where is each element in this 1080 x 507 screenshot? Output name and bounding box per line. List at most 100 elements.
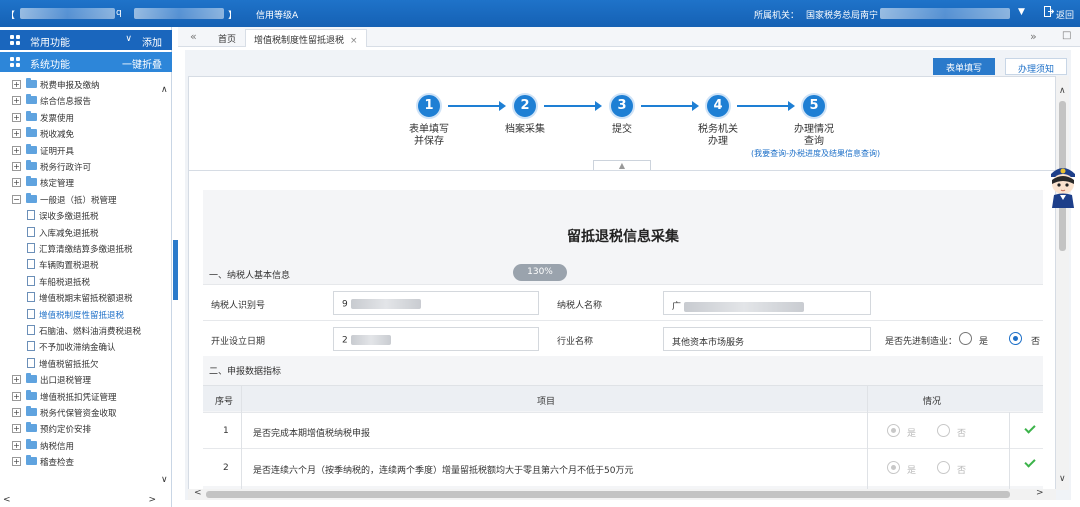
tree-folder-item[interactable]: + 预约定价安排 — [0, 421, 160, 437]
authority-dropdown-icon[interactable]: ▼ — [1018, 7, 1025, 17]
scroll-down-icon[interactable]: ∨ — [1059, 474, 1066, 484]
advanced-mfg-yes-label: 是 — [979, 337, 989, 347]
step-3-circle: 3 — [609, 93, 635, 119]
tree-doc-item[interactable]: 石脑油、燃料油消费税退税 — [0, 323, 160, 339]
document-icon — [27, 292, 35, 303]
scroll-right-icon[interactable]: > — [1036, 488, 1044, 498]
section-declaration-data: 二、申报数据指标 — [209, 367, 282, 377]
tree-folder-item[interactable]: + 核定管理 — [0, 175, 160, 191]
col-item-header: 项目 — [537, 397, 556, 407]
establish-date-field[interactable]: 2 — [333, 327, 539, 351]
scroll-up-icon[interactable]: ∧ — [1059, 86, 1066, 96]
advanced-mfg-yes-radio[interactable] — [959, 332, 972, 345]
expand-toggle-icon[interactable]: + — [12, 391, 21, 401]
scroll-left-icon[interactable]: < — [194, 488, 202, 498]
tree-item-label: 发票使用 — [40, 113, 75, 124]
advanced-mfg-no-radio[interactable] — [1009, 332, 1022, 345]
expand-toggle-icon[interactable]: + — [12, 178, 21, 188]
tree-folder-item[interactable]: + 发票使用 — [0, 110, 160, 126]
expand-toggle-icon[interactable]: + — [12, 162, 21, 171]
row-no-radio[interactable] — [937, 424, 950, 437]
expand-toggle-icon[interactable]: + — [12, 80, 21, 89]
tree-doc-item[interactable]: 入库减免退抵税 — [0, 225, 160, 241]
tree-item-label: 税收减免 — [40, 130, 75, 141]
tab-home[interactable]: 首页 — [210, 29, 244, 47]
scroll-up-icon[interactable]: ∧ — [161, 85, 168, 95]
tree-doc-item[interactable]: 车船税退抵税 — [0, 274, 160, 290]
tab-vat-refund[interactable]: 增值税制度性留抵退税 × — [245, 29, 367, 47]
collapse-all-button[interactable]: 一键折叠 — [122, 56, 162, 71]
scroll-down-icon[interactable]: ∨ — [161, 475, 168, 485]
progress-query-link[interactable]: (我要查询-办税进度及结果信息查询) — [751, 148, 880, 159]
tree-doc-item[interactable]: 增值税留抵抵欠 — [0, 356, 160, 372]
establish-date-label: 开业设立日期 — [211, 337, 266, 347]
maximize-icon[interactable]: □ — [1062, 30, 1071, 41]
tree-folder-item[interactable]: + 出口退税管理 — [0, 372, 160, 388]
expand-toggle-icon[interactable]: + — [12, 424, 21, 434]
taxpayer-id-field[interactable]: 9 — [333, 291, 539, 315]
close-icon[interactable]: × — [350, 36, 358, 46]
expand-toggle-icon[interactable]: + — [12, 457, 21, 467]
tree-folder-item[interactable]: + 税费申报及缴纳 — [0, 77, 160, 93]
sidebar-scrollbar[interactable]: ∧ ∨ — [159, 77, 171, 495]
tab-form-fill[interactable]: 表单填写 — [933, 58, 995, 75]
row-no-radio[interactable] — [937, 461, 950, 474]
folder-icon — [26, 389, 37, 400]
tree-folder-item[interactable]: + 增值税抵扣凭证管理 — [0, 389, 160, 405]
expand-toggle-icon[interactable]: + — [12, 112, 21, 122]
scroll-right-icon[interactable]: > — [148, 495, 156, 505]
industry-field[interactable]: 其他资本市场服务 — [663, 327, 871, 351]
content-vscrollbar[interactable]: ∧ ∨ — [1056, 76, 1069, 490]
tree-doc-item[interactable]: 误收多缴退抵税 — [0, 208, 160, 224]
tree-folder-item[interactable]: − 一般退（抵）税管理 — [0, 192, 160, 208]
tree-item-label: 税费申报及缴纳 — [40, 81, 100, 91]
row-item: 是否完成本期增值税纳税申报 — [253, 429, 371, 439]
sidebar-toggle-handle[interactable] — [173, 240, 178, 300]
step-1-circle: 1 — [416, 93, 442, 119]
tree-item-label: 纳税信用 — [40, 441, 75, 452]
tree-folder-item[interactable]: + 税务代保管资金收取 — [0, 405, 160, 421]
collapse-steps-toggle[interactable]: ▲ — [593, 160, 651, 170]
taxpayer-name-field[interactable]: 广 — [663, 291, 871, 315]
chevron-down-icon[interactable]: ∨ — [125, 34, 132, 44]
folder-icon — [26, 127, 37, 138]
return-button[interactable]: 返回 — [1056, 8, 1074, 21]
row-yes-radio[interactable] — [887, 424, 900, 437]
expand-toggle-icon[interactable]: + — [12, 145, 21, 155]
expand-toggle-icon[interactable]: + — [12, 440, 21, 450]
common-functions-label: 常用功能 — [30, 38, 70, 49]
scroll-thumb[interactable] — [206, 491, 1010, 498]
tree-doc-item[interactable]: 汇算清缴结算多缴退抵税 — [0, 241, 160, 257]
tab-notice[interactable]: 办理须知 — [1005, 58, 1067, 75]
common-functions-header[interactable]: 常用功能 ∨ 添加 — [0, 30, 172, 50]
scroll-left-icon[interactable]: < — [3, 495, 11, 505]
step-2-label: 档案采集 — [505, 124, 545, 135]
tree-doc-item[interactable]: 车辆购置税退税 — [0, 257, 160, 273]
tree-folder-item[interactable]: + 证明开具 — [0, 143, 160, 159]
expand-toggle-icon[interactable]: + — [12, 96, 21, 106]
tabs-scroll-left-icon[interactable]: « — [190, 30, 197, 43]
tab-bar: « 首页 增值税制度性留抵退税 × » □ — [178, 27, 1080, 47]
content-hscrollbar[interactable]: < > — [188, 488, 1056, 500]
tree-folder-item[interactable]: + 税务行政许可 — [0, 159, 160, 175]
tree-doc-item[interactable]: 增值税制度性留抵退税 — [0, 307, 160, 323]
document-icon — [27, 341, 35, 352]
expand-toggle-icon[interactable]: + — [12, 375, 21, 385]
expand-toggle-icon[interactable]: + — [12, 129, 21, 139]
tree-folder-item[interactable]: + 综合信息报告 — [0, 93, 160, 109]
tree-item-label: 入库减免退抵税 — [39, 228, 99, 239]
tree-folder-item[interactable]: + 稽查检查 — [0, 454, 160, 470]
tabs-scroll-right-icon[interactable]: » — [1030, 30, 1037, 43]
expand-toggle-icon[interactable]: + — [12, 408, 21, 417]
system-functions-header[interactable]: 系统功能 一键折叠 — [0, 52, 172, 72]
tree-folder-item[interactable]: + 纳税信用 — [0, 438, 160, 454]
tree-doc-item[interactable]: 不予加收滞纳金确认 — [0, 339, 160, 355]
sidebar-hscrollbar[interactable]: < > — [0, 495, 172, 507]
collapse-toggle-icon[interactable]: − — [12, 194, 21, 204]
assistant-mascot-icon[interactable] — [1046, 162, 1080, 210]
logout-icon[interactable] — [1044, 6, 1055, 20]
add-common-button[interactable]: 添加 — [142, 34, 162, 49]
tree-folder-item[interactable]: + 税收减免 — [0, 126, 160, 142]
row-yes-radio[interactable] — [887, 461, 900, 474]
tree-doc-item[interactable]: 增值税期末留抵税额退税 — [0, 290, 160, 306]
